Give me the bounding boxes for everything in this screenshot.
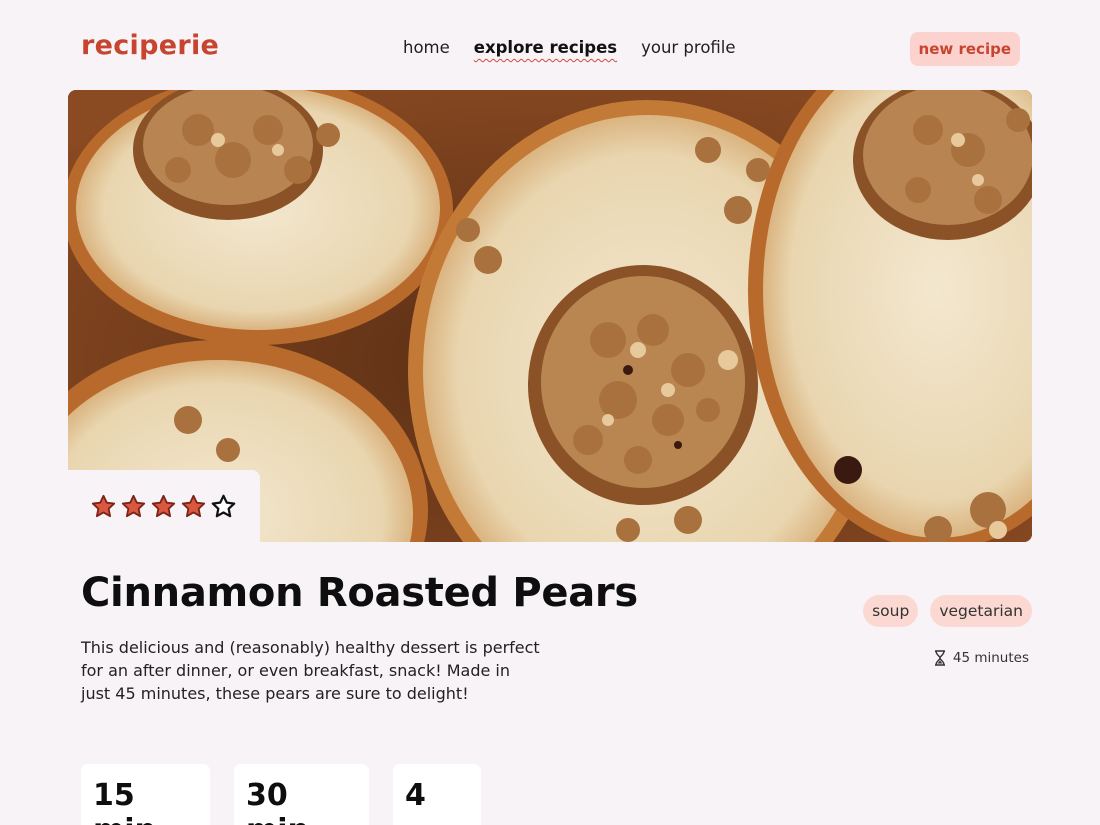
recipe-page: reciperie home explore recipes your prof…: [0, 0, 1100, 825]
main-nav: home explore recipes your profile: [403, 38, 736, 57]
hourglass-icon: [934, 650, 945, 666]
tag-soup[interactable]: soup: [863, 595, 919, 627]
nav-explore-recipes[interactable]: explore recipes: [474, 38, 617, 57]
recipe-title: Cinnamon Roasted Pears: [81, 570, 638, 616]
star-filled-icon[interactable]: [150, 493, 177, 520]
new-recipe-button[interactable]: new recipe: [909, 32, 1020, 66]
recipe-description: This delicious and (reasonably) healthy …: [81, 638, 540, 703]
prep-time-stat: 15 min: [81, 764, 210, 825]
total-time-text: 45 minutes: [952, 650, 1029, 666]
nav-home[interactable]: home: [403, 38, 450, 57]
app-logo[interactable]: reciperie: [81, 30, 219, 61]
tag-vegetarian[interactable]: vegetarian: [930, 595, 1032, 627]
star-empty-icon[interactable]: [210, 493, 237, 520]
star-filled-icon[interactable]: [180, 493, 207, 520]
recipe-time: 45 minutes: [933, 650, 1029, 666]
cook-time-stat: 30 min: [234, 764, 369, 825]
nav-your-profile[interactable]: your profile: [641, 38, 735, 57]
star-rating[interactable]: [68, 470, 260, 543]
star-filled-icon[interactable]: [90, 493, 117, 520]
star-filled-icon[interactable]: [120, 493, 147, 520]
servings-stat: 4: [393, 764, 481, 825]
recipe-tags: soup vegetarian: [863, 595, 1032, 627]
